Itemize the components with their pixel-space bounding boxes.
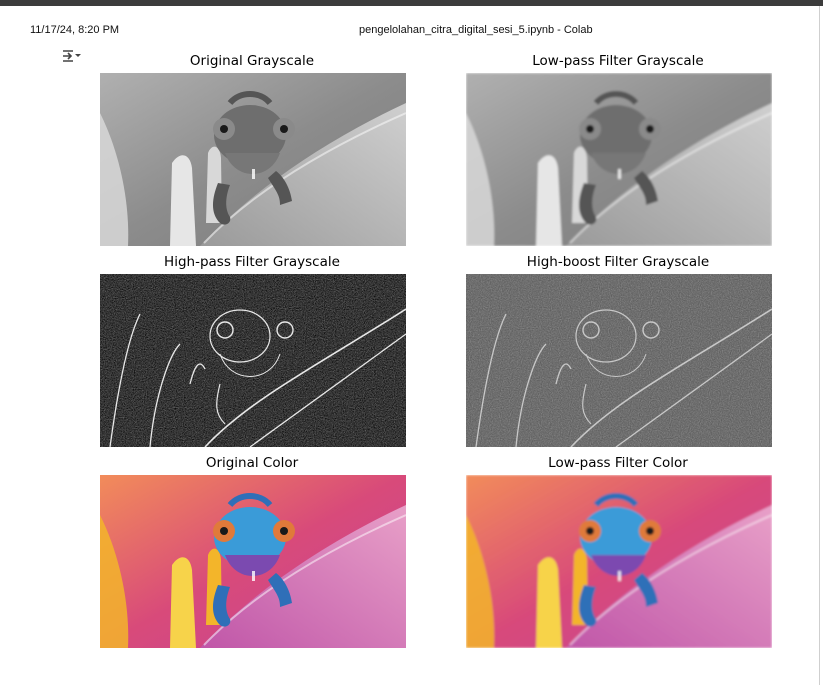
output-figure: Original Grayscale Low-pass Filter Grays…: [86, 46, 786, 658]
top-bar: [0, 0, 823, 6]
panel-title-lowpass-grayscale: Low-pass Filter Grayscale: [532, 53, 704, 69]
panel-title-highpass-grayscale: High-pass Filter Grayscale: [164, 254, 340, 270]
panel-title-original-grayscale: Original Grayscale: [189, 53, 315, 69]
panel-image-original-grayscale: [100, 73, 406, 246]
panel-image-lowpass-color: [466, 475, 772, 648]
panel-title-original-color: Original Color: [205, 455, 299, 471]
panel-title-highboost-grayscale: High-boost Filter Grayscale: [526, 254, 710, 270]
panel-image-highboost-grayscale: [466, 274, 772, 447]
document-title: pengelolahan_citra_digital_sesi_5.ipynb …: [359, 24, 593, 36]
panel-title-lowpass-color: Low-pass Filter Color: [548, 455, 688, 471]
panel-image-original-color: [100, 475, 406, 648]
panel-image-highpass-grayscale: [100, 274, 406, 447]
output-collapse-icon[interactable]: [60, 48, 82, 64]
panel-image-lowpass-grayscale: [466, 73, 772, 246]
print-datetime: 11/17/24, 8:20 PM: [30, 24, 120, 36]
page-edge: [819, 6, 820, 685]
